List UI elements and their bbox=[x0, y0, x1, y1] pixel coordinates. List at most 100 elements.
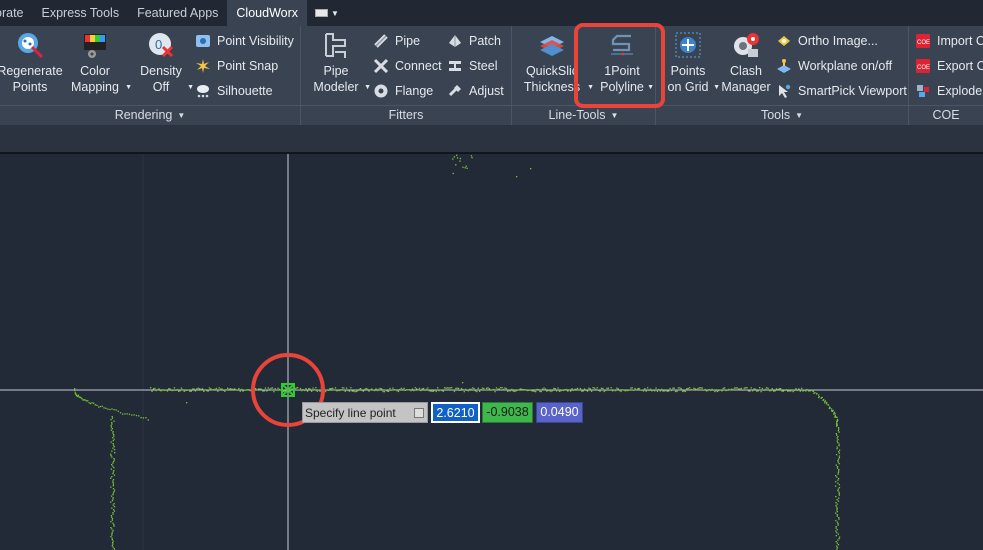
patch-icon bbox=[449, 35, 461, 47]
prompt-text: Specify line point bbox=[305, 406, 396, 420]
clash-manager-label-1: Clash bbox=[730, 64, 762, 78]
import-coe-icon: COE bbox=[916, 34, 930, 48]
point-visibility-icon bbox=[196, 35, 210, 47]
panel-expand-icon: ▼ bbox=[610, 111, 619, 120]
chevron-down-icon: ▼ bbox=[331, 8, 339, 18]
smartpick-label: SmartPick Viewport bbox=[798, 84, 907, 98]
adjust-button[interactable]: Adjust bbox=[447, 81, 504, 101]
color-mapping-dropdown-arrow[interactable]: ▼ bbox=[125, 80, 132, 96]
pipe-icon bbox=[374, 34, 388, 48]
point-snap-icon bbox=[196, 59, 210, 73]
connect-label: Connect bbox=[395, 59, 442, 73]
tab-express-tools[interactable]: Express Tools bbox=[33, 0, 129, 26]
explode-coe-button[interactable]: Explode bbox=[915, 81, 982, 101]
pipe-modeler-dropdown-arrow[interactable]: ▼ bbox=[364, 80, 371, 96]
color-mapping-icon bbox=[84, 34, 106, 58]
line-tools-panel-title[interactable]: Line-Tools ▼ bbox=[512, 105, 655, 125]
flange-icon bbox=[374, 84, 388, 98]
workplane-icon bbox=[777, 59, 791, 73]
export-coe-icon: COE bbox=[916, 59, 930, 73]
pipe-modeler-button[interactable]: Pipe Modeler ▼ bbox=[309, 30, 371, 95]
clash-manager-icon bbox=[734, 33, 759, 57]
tab-featured-apps[interactable]: Featured Apps bbox=[128, 0, 227, 26]
explode-label: Explode bbox=[937, 84, 983, 98]
panel-expand-icon: ▼ bbox=[795, 111, 804, 120]
panel-coe: COE Import C COE Export C Explode COE bbox=[909, 26, 983, 125]
adjust-label: Adjust bbox=[469, 84, 504, 98]
steel-button[interactable]: Steel bbox=[447, 56, 498, 76]
pipe-label: Pipe bbox=[395, 34, 421, 48]
tools-title-text: Tools bbox=[760, 108, 791, 122]
dynamic-input-prompt: Specify line point bbox=[302, 402, 428, 423]
fitters-title-text: Fitters bbox=[388, 108, 424, 122]
clash-manager-button[interactable]: Clash Manager bbox=[720, 30, 772, 95]
color-mapping-button[interactable]: Color Mapping ▼ bbox=[66, 30, 132, 95]
prompt-options-icon[interactable] bbox=[414, 408, 424, 418]
points-on-grid-label-2: on Grid bbox=[667, 80, 709, 94]
svg-text:0: 0 bbox=[155, 37, 162, 52]
flange-label: Flange bbox=[395, 84, 434, 98]
coordinate-x-input[interactable]: 2.6210 bbox=[431, 402, 480, 423]
density-off-button[interactable]: 0 Density Off ▼ bbox=[136, 30, 194, 95]
quickslice-thickness-button[interactable]: QuickSlic Thickness ▼ bbox=[522, 30, 594, 95]
panel-fitters: Pipe Modeler ▼ Pipe Connect Flange Patch… bbox=[301, 26, 512, 125]
rendering-title-text: Rendering bbox=[114, 108, 173, 122]
viewport-canvas[interactable] bbox=[0, 154, 983, 550]
smartpick-icon bbox=[779, 84, 791, 98]
line-tools-title-text: Line-Tools bbox=[548, 108, 606, 122]
drawing-viewport[interactable] bbox=[0, 154, 983, 550]
color-mapping-label-2: Mapping bbox=[71, 80, 119, 94]
export-coe-label: Export C bbox=[937, 59, 983, 73]
workplane-toggle-button[interactable]: Workplane on/off bbox=[776, 56, 892, 76]
points-on-grid-button[interactable]: Points on Grid ▼ bbox=[666, 30, 720, 95]
ribbon-tab-bar: orate Express Tools Featured Apps CloudW… bbox=[0, 0, 983, 26]
svg-text:COE: COE bbox=[917, 40, 930, 46]
workplane-label: Workplane on/off bbox=[798, 59, 893, 73]
panel-expand-icon: ▼ bbox=[177, 111, 186, 120]
minimize-ribbon-icon bbox=[315, 9, 329, 17]
smartpick-viewport-button[interactable]: SmartPick Viewport bbox=[776, 81, 907, 101]
ribbon: Regenerate Points Color Mapping ▼ 0 Dens… bbox=[0, 23, 983, 125]
tools-panel-title[interactable]: Tools ▼ bbox=[656, 105, 908, 125]
document-tab-strip bbox=[0, 125, 983, 153]
coordinate-z-input[interactable]: 0.0490 bbox=[536, 402, 583, 423]
autocad-window: orate Express Tools Featured Apps CloudW… bbox=[0, 0, 983, 550]
points-on-grid-label-1: Points bbox=[670, 64, 706, 78]
tab-cloudworx[interactable]: CloudWorx bbox=[227, 0, 308, 26]
silhouette-button[interactable]: Silhouette bbox=[195, 81, 273, 101]
steel-icon bbox=[449, 61, 461, 71]
density-label-2: Off bbox=[152, 80, 170, 94]
regenerate-points-button[interactable]: Regenerate Points bbox=[0, 30, 66, 95]
regenerate-label-2: Points bbox=[12, 80, 48, 94]
density-label-1: Density bbox=[140, 64, 182, 78]
annotation-highlight-box bbox=[574, 23, 665, 108]
points-on-grid-dropdown-arrow[interactable]: ▼ bbox=[713, 80, 720, 96]
import-coe-button[interactable]: COE Import C bbox=[915, 31, 983, 51]
coordinate-y-input[interactable]: -0.9038 bbox=[482, 402, 533, 423]
adjust-icon bbox=[448, 85, 461, 97]
ortho-image-button[interactable]: Ortho Image... bbox=[776, 31, 878, 51]
coe-title-text: COE bbox=[932, 108, 960, 122]
point-cloud bbox=[74, 154, 841, 550]
color-mapping-label-1: Color bbox=[80, 64, 110, 78]
point-snap-button[interactable]: Point Snap bbox=[195, 56, 278, 76]
pipe-button[interactable]: Pipe bbox=[373, 31, 420, 51]
density-dropdown-arrow[interactable]: ▼ bbox=[187, 80, 194, 96]
silhouette-label: Silhouette bbox=[217, 84, 273, 98]
patch-button[interactable]: Patch bbox=[447, 31, 501, 51]
point-visibility-button[interactable]: Point Visibility bbox=[195, 31, 294, 51]
connect-button[interactable]: Connect bbox=[373, 56, 442, 76]
svg-text:COE: COE bbox=[917, 65, 930, 71]
coe-panel-title: COE bbox=[909, 105, 983, 125]
flange-button[interactable]: Flange bbox=[373, 81, 433, 101]
tab-collaborate[interactable]: orate bbox=[0, 0, 33, 26]
clash-manager-label-2: Manager bbox=[721, 80, 771, 94]
export-coe-button[interactable]: COE Export C bbox=[915, 56, 983, 76]
ortho-image-label: Ortho Image... bbox=[798, 34, 878, 48]
ribbon-display-toggle[interactable]: ▼ bbox=[307, 0, 339, 26]
fitters-panel-title: Fitters bbox=[301, 105, 511, 125]
point-snap-label: Point Snap bbox=[217, 59, 279, 73]
steel-label: Steel bbox=[469, 59, 498, 73]
rendering-panel-title[interactable]: Rendering ▼ bbox=[0, 105, 300, 125]
regenerate-label-1: Regenerate bbox=[0, 64, 63, 78]
